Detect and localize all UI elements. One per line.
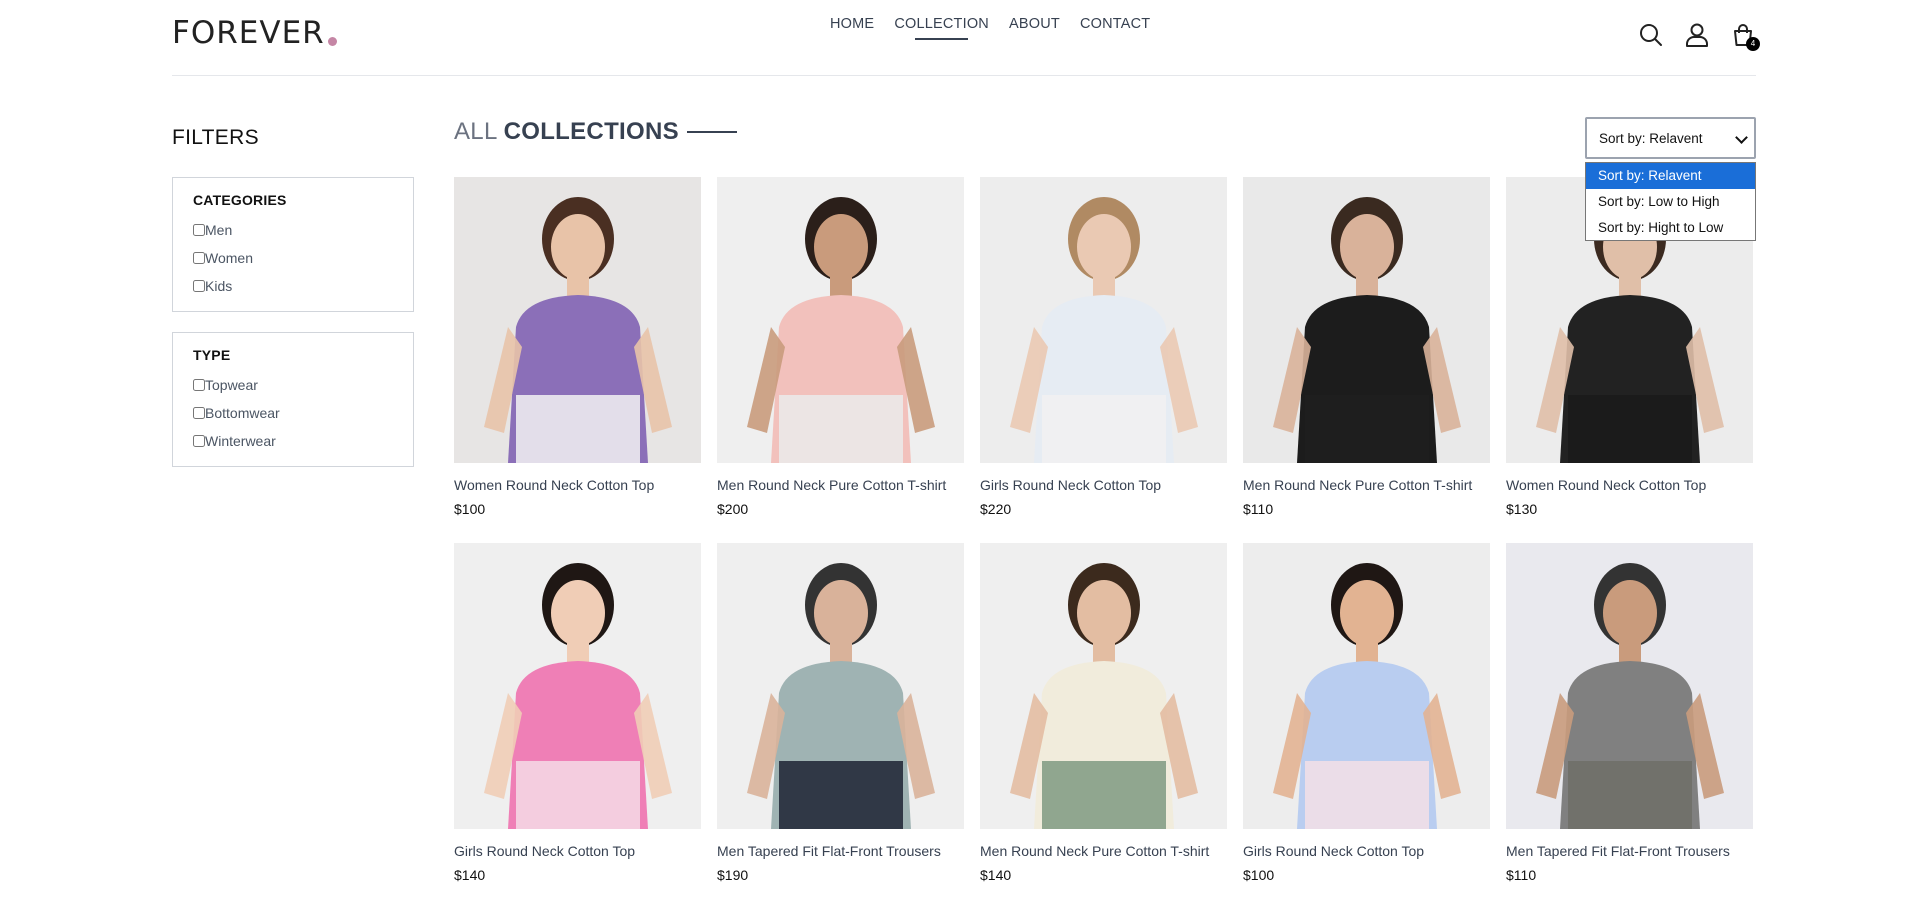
sort-dropdown[interactable]: Sort by: Relavent: [1585, 117, 1756, 159]
sort-options-list: Sort by: Relavent Sort by: Low to High S…: [1585, 162, 1756, 241]
checkbox-women[interactable]: [193, 252, 205, 264]
product-photo-illustration: [454, 543, 701, 829]
checkbox-kids[interactable]: [193, 280, 205, 292]
product-card[interactable]: Women Round Neck Cotton Top $100: [454, 177, 701, 543]
product-photo-illustration: [980, 177, 1227, 463]
title-underline: [686, 131, 737, 133]
brand-logo[interactable]: FOREVER: [172, 14, 337, 50]
product-price: $140: [454, 867, 486, 883]
nav-contact[interactable]: CONTACT: [1080, 16, 1150, 40]
product-price: $100: [1243, 867, 1275, 883]
checkbox-winterwear[interactable]: [193, 435, 205, 447]
product-photo-illustration: [980, 543, 1227, 829]
product-image[interactable]: [717, 543, 964, 829]
product-name[interactable]: Women Round Neck Cotton Top: [1506, 477, 1753, 493]
brand-name: FOREVER: [172, 15, 325, 51]
categories-filter: CATEGORIES Men Women Kids: [172, 177, 414, 312]
chevron-down-icon: [1735, 131, 1748, 144]
product-price: $130: [1506, 501, 1538, 517]
product-name[interactable]: Men Tapered Fit Flat-Front Trousers: [717, 843, 964, 859]
product-image[interactable]: [980, 543, 1227, 829]
sort-selected-value: Sort by: Relavent: [1599, 130, 1703, 146]
type-filter: TYPE Topwear Bottomwear Winterwear: [172, 332, 414, 467]
product-card[interactable]: Girls Round Neck Cotton Top $100: [1243, 543, 1490, 899]
product-name[interactable]: Men Round Neck Pure Cotton T-shirt: [1243, 477, 1490, 493]
filter-option-men[interactable]: Men: [193, 216, 393, 244]
nav-collection[interactable]: COLLECTION: [894, 16, 989, 40]
product-image[interactable]: [454, 177, 701, 463]
filter-option-topwear[interactable]: Topwear: [193, 371, 393, 399]
checkbox-bottomwear[interactable]: [193, 407, 205, 419]
product-card[interactable]: Men Round Neck Pure Cotton T-shirt $110: [1243, 177, 1490, 543]
filter-label: Bottomwear: [205, 405, 280, 421]
sort-option-low-high[interactable]: Sort by: Low to High: [1586, 189, 1755, 215]
product-image[interactable]: [1243, 543, 1490, 829]
product-name[interactable]: Girls Round Neck Cotton Top: [1243, 843, 1490, 859]
checkbox-men[interactable]: [193, 224, 205, 236]
filter-label: Topwear: [205, 377, 258, 393]
product-photo-illustration: [454, 177, 701, 463]
filter-option-kids[interactable]: Kids: [193, 272, 393, 300]
product-card[interactable]: Girls Round Neck Cotton Top $140: [454, 543, 701, 899]
product-name[interactable]: Men Round Neck Pure Cotton T-shirt: [980, 843, 1227, 859]
product-name[interactable]: Men Tapered Fit Flat-Front Trousers: [1506, 843, 1753, 859]
sort-option-high-low[interactable]: Sort by: Hight to Low: [1586, 215, 1755, 241]
filter-option-women[interactable]: Women: [193, 244, 393, 272]
product-card[interactable]: Men Round Neck Pure Cotton T-shirt $140: [980, 543, 1227, 899]
categories-heading: CATEGORIES: [193, 192, 287, 208]
filter-label: Women: [205, 250, 253, 266]
product-card[interactable]: Men Round Neck Pure Cotton T-shirt $200: [717, 177, 964, 543]
filter-label: Men: [205, 222, 233, 238]
product-image[interactable]: [1506, 543, 1753, 829]
site-header: FOREVER HOME COLLECTION ABOUT CONTACT 4: [172, 0, 1760, 76]
checkbox-topwear[interactable]: [193, 379, 205, 391]
header-icons: 4: [1638, 22, 1760, 51]
product-card[interactable]: Men Tapered Fit Flat-Front Trousers $110: [1506, 543, 1753, 899]
product-image[interactable]: [1243, 177, 1490, 463]
product-photo-illustration: [717, 543, 964, 829]
product-photo-illustration: [1243, 177, 1490, 463]
main-nav: HOME COLLECTION ABOUT CONTACT: [830, 16, 1150, 40]
cart-count-badge: 4: [1746, 37, 1760, 51]
nav-about[interactable]: ABOUT: [1009, 16, 1060, 40]
product-price: $100: [454, 501, 486, 517]
product-price: $110: [1506, 867, 1537, 883]
product-photo-illustration: [1243, 543, 1490, 829]
brand-dot: [327, 37, 337, 46]
filter-label: Winterwear: [205, 433, 276, 449]
search-icon[interactable]: [1638, 22, 1664, 48]
cart-icon[interactable]: 4: [1730, 22, 1760, 51]
filter-option-winterwear[interactable]: Winterwear: [193, 427, 393, 455]
collection-title-collections: COLLECTIONS: [503, 118, 679, 145]
product-image[interactable]: [454, 543, 701, 829]
product-name[interactable]: Men Round Neck Pure Cotton T-shirt: [717, 477, 964, 493]
product-photo-illustration: [1506, 543, 1753, 829]
sort-option-relevant[interactable]: Sort by: Relavent: [1586, 163, 1755, 189]
product-price: $220: [980, 501, 1012, 517]
collection-title: ALL COLLECTIONS: [454, 118, 737, 146]
product-grid: Women Round Neck Cotton Top $100 Men Round…: [454, 177, 1756, 899]
product-name[interactable]: Girls Round Neck Cotton Top: [980, 477, 1227, 493]
product-price: $190: [717, 867, 749, 883]
filters-title[interactable]: FILTERS: [172, 126, 259, 150]
collection-title-all: ALL: [454, 118, 498, 145]
profile-icon[interactable]: [1684, 22, 1710, 48]
product-card[interactable]: Girls Round Neck Cotton Top $220: [980, 177, 1227, 543]
filter-option-bottomwear[interactable]: Bottomwear: [193, 399, 393, 427]
product-image[interactable]: [717, 177, 964, 463]
product-image[interactable]: [980, 177, 1227, 463]
filter-label: Kids: [205, 278, 233, 294]
type-heading: TYPE: [193, 347, 231, 363]
product-price: $200: [717, 501, 749, 517]
product-price: $110: [1243, 501, 1274, 517]
product-photo-illustration: [717, 177, 964, 463]
product-price: $140: [980, 867, 1012, 883]
product-card[interactable]: Men Tapered Fit Flat-Front Trousers $190: [717, 543, 964, 899]
product-name[interactable]: Girls Round Neck Cotton Top: [454, 843, 701, 859]
nav-home[interactable]: HOME: [830, 16, 874, 40]
product-name[interactable]: Women Round Neck Cotton Top: [454, 477, 701, 493]
